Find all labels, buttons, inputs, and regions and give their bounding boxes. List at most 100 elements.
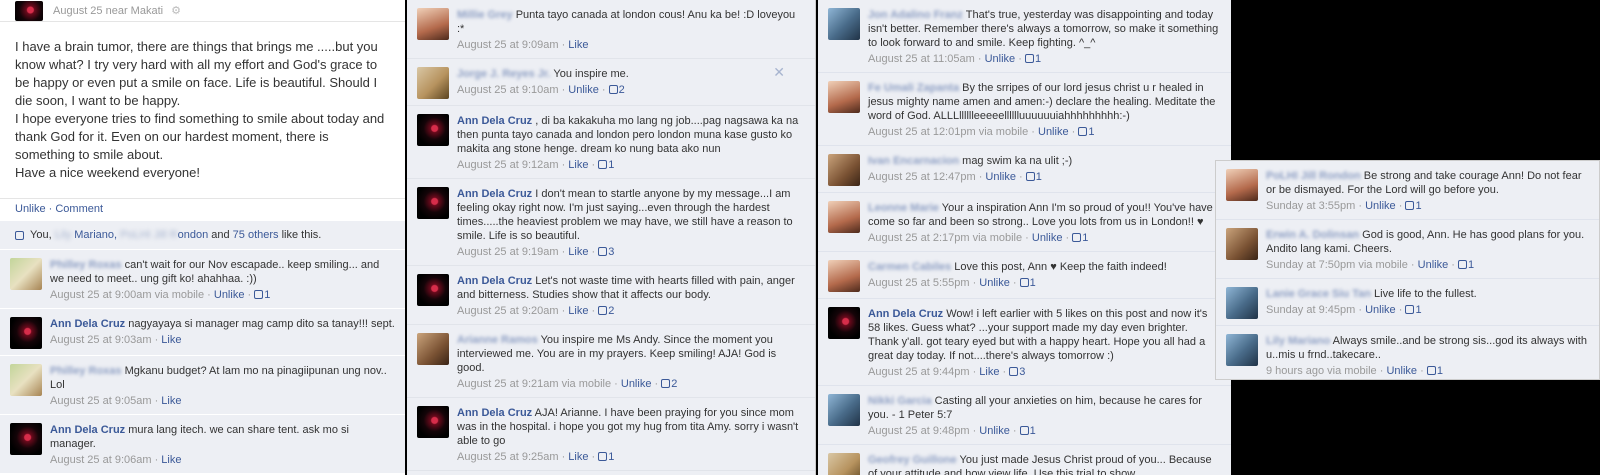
avatar[interactable] bbox=[1226, 228, 1258, 260]
commenter-name[interactable]: Ann Dela Cruz bbox=[457, 275, 532, 287]
avatar[interactable] bbox=[828, 260, 860, 292]
avatar[interactable] bbox=[828, 8, 860, 40]
like-count[interactable]: 1 bbox=[264, 289, 270, 301]
like-count[interactable]: 1 bbox=[1036, 171, 1042, 183]
comment-timestamp[interactable]: August 25 at 9:19am bbox=[457, 246, 559, 258]
like-link[interactable]: Unlike bbox=[568, 84, 599, 96]
comment-timestamp[interactable]: August 25 at 9:06am bbox=[50, 454, 152, 466]
like-link[interactable]: Like bbox=[568, 159, 588, 171]
like-link[interactable]: Like bbox=[568, 246, 588, 258]
like-count[interactable]: 3 bbox=[1019, 366, 1025, 378]
like-link[interactable]: Like bbox=[161, 454, 181, 466]
like-link[interactable]: Unlike bbox=[1365, 304, 1396, 316]
comment-timestamp[interactable]: August 25 at 9:05am bbox=[50, 395, 152, 407]
commenter-name[interactable]: PoLHI Jill Rondon bbox=[1266, 170, 1361, 182]
comment-timestamp[interactable]: August 25 at 2:17pm via mobile bbox=[868, 232, 1022, 244]
avatar[interactable] bbox=[828, 453, 860, 475]
comment-timestamp[interactable]: Sunday at 3:55pm bbox=[1266, 200, 1355, 212]
commenter-name[interactable]: Erwin A. Dolinsan bbox=[1266, 229, 1359, 241]
comment-timestamp[interactable]: August 25 at 11:05am bbox=[868, 53, 975, 65]
avatar[interactable] bbox=[417, 187, 449, 219]
like-count[interactable]: 2 bbox=[671, 378, 677, 390]
like-link[interactable]: Like bbox=[568, 451, 588, 463]
avatar[interactable] bbox=[417, 406, 449, 438]
like-count[interactable]: 1 bbox=[608, 451, 614, 463]
commenter-name[interactable]: Ann Dela Cruz bbox=[50, 318, 125, 330]
like-count[interactable]: 1 bbox=[1030, 425, 1036, 437]
comment-timestamp[interactable]: August 25 at 9:48pm bbox=[868, 425, 970, 437]
commenter-name[interactable]: Geofrey Guillone bbox=[868, 454, 957, 466]
comment-timestamp[interactable]: August 25 at 12:47pm bbox=[868, 171, 976, 183]
commenter-name[interactable]: Millie Grey bbox=[457, 9, 513, 21]
like-link[interactable]: Unlike bbox=[621, 378, 652, 390]
commenter-name[interactable]: Ann Dela Cruz bbox=[457, 188, 532, 200]
like-count[interactable]: 1 bbox=[1415, 304, 1421, 316]
like-link[interactable]: Like bbox=[979, 366, 999, 378]
comment-timestamp[interactable]: August 25 at 9:12am bbox=[457, 159, 559, 171]
avatar[interactable] bbox=[15, 0, 43, 21]
like-link[interactable]: Unlike bbox=[985, 53, 1016, 65]
commenter-name[interactable]: Jon Adalino Franz bbox=[868, 9, 963, 21]
close-icon[interactable]: ✕ bbox=[773, 64, 785, 81]
commenter-name[interactable]: Nikki Garcia bbox=[868, 395, 932, 407]
like-count[interactable]: 1 bbox=[1088, 126, 1094, 138]
like-link[interactable]: Unlike bbox=[979, 425, 1010, 437]
comment-timestamp[interactable]: August 25 at 9:10am bbox=[457, 84, 559, 96]
avatar[interactable] bbox=[10, 317, 42, 349]
like-link[interactable]: Like bbox=[568, 305, 588, 317]
comment-timestamp[interactable]: August 25 at 9:00am via mobile bbox=[50, 289, 204, 301]
avatar[interactable] bbox=[828, 154, 860, 186]
commenter-name[interactable]: Ivan Encarnacion bbox=[868, 155, 959, 167]
like-count[interactable]: 1 bbox=[1035, 53, 1041, 65]
like-count[interactable]: 1 bbox=[608, 159, 614, 171]
like-link[interactable]: Unlike bbox=[1365, 200, 1396, 212]
comment-timestamp[interactable]: August 25 at 12:01pm via mobile bbox=[868, 126, 1028, 138]
comment-timestamp[interactable]: August 25 at 9:03am bbox=[50, 334, 152, 346]
avatar[interactable] bbox=[1226, 334, 1258, 366]
like-link[interactable]: Like bbox=[161, 395, 181, 407]
avatar[interactable] bbox=[828, 201, 860, 233]
commenter-name[interactable]: Fe Umali Zapanta bbox=[868, 82, 959, 94]
like-link[interactable]: Unlike bbox=[1032, 232, 1063, 244]
like-link[interactable]: Unlike bbox=[979, 277, 1010, 289]
comment-timestamp[interactable]: August 25 at 5:55pm bbox=[868, 277, 970, 289]
comment-timestamp[interactable]: August 25 at 9:25am bbox=[457, 451, 559, 463]
comment-timestamp[interactable]: August 25 at 9:09am bbox=[457, 39, 559, 51]
commenter-name[interactable]: Philley Roxas bbox=[50, 365, 122, 377]
like-count[interactable]: 1 bbox=[1437, 365, 1443, 377]
avatar[interactable] bbox=[417, 67, 449, 99]
comment-timestamp[interactable]: Sunday at 7:50pm via mobile bbox=[1266, 259, 1408, 271]
like-link[interactable]: Unlike bbox=[1038, 126, 1069, 138]
like-link[interactable]: Unlike bbox=[985, 171, 1016, 183]
comment-timestamp[interactable]: 9 hours ago via mobile bbox=[1266, 365, 1377, 377]
like-count[interactable]: 1 bbox=[1468, 259, 1474, 271]
comment-timestamp[interactable]: August 25 at 9:20am bbox=[457, 305, 559, 317]
avatar[interactable] bbox=[417, 8, 449, 40]
likes-others-link[interactable]: 75 others bbox=[233, 229, 279, 241]
avatar[interactable] bbox=[828, 394, 860, 426]
like-count[interactable]: 3 bbox=[608, 246, 614, 258]
commenter-name[interactable]: Jorge J. Reyes Jr. bbox=[457, 68, 551, 80]
avatar[interactable] bbox=[1226, 287, 1258, 319]
comment-timestamp[interactable]: August 25 at 9:21am via mobile bbox=[457, 378, 611, 390]
comment-link[interactable]: Comment bbox=[55, 203, 103, 215]
commenter-name[interactable]: Ann Dela Cruz bbox=[457, 115, 532, 127]
avatar[interactable] bbox=[417, 274, 449, 306]
like-link[interactable]: Unlike bbox=[1418, 259, 1449, 271]
like-count[interactable]: 2 bbox=[619, 84, 625, 96]
avatar[interactable] bbox=[10, 364, 42, 396]
like-count[interactable]: 1 bbox=[1030, 277, 1036, 289]
likes-name[interactable]: Mariano, bbox=[74, 229, 117, 241]
commenter-name[interactable]: Ann Dela Cruz bbox=[50, 424, 125, 436]
commenter-name[interactable]: Philley Roxas bbox=[50, 259, 122, 271]
commenter-name[interactable]: Arianne Ramos bbox=[457, 334, 538, 346]
avatar[interactable] bbox=[10, 258, 42, 290]
like-link[interactable]: Like bbox=[161, 334, 181, 346]
avatar[interactable] bbox=[10, 423, 42, 455]
commenter-name[interactable]: Ann Dela Cruz bbox=[868, 308, 943, 320]
commenter-name[interactable]: Lanie Grace Siu Tan bbox=[1266, 288, 1371, 300]
commenter-name[interactable]: Lily Mariano bbox=[1266, 335, 1330, 347]
like-link[interactable]: Unlike bbox=[214, 289, 245, 301]
avatar[interactable] bbox=[1226, 169, 1258, 201]
avatar[interactable] bbox=[828, 307, 860, 339]
